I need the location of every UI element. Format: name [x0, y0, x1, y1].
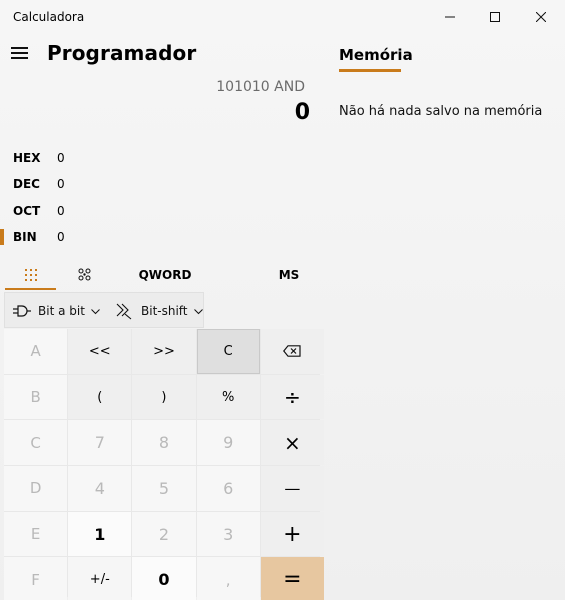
hamburger-menu-icon[interactable] — [11, 44, 33, 62]
logic-gate-icon — [12, 303, 32, 319]
memory-tab-underline — [339, 69, 401, 72]
title-bar: Calculadora — [0, 0, 565, 34]
bit-toggle-icon — [78, 268, 91, 281]
operator-dropdown-strip: Bit a bit Bit-shift — [4, 292, 204, 328]
key-0[interactable]: 0 — [132, 557, 196, 600]
active-tab-underline — [5, 288, 56, 290]
radix-label: DEC — [13, 177, 40, 191]
bitshift-dropdown[interactable]: Bit-shift — [115, 293, 203, 329]
memory-empty-message: Não há nada salvo na memória — [339, 104, 543, 119]
key-8[interactable]: 8 — [132, 420, 196, 466]
key-shift-right[interactable]: >> — [132, 329, 196, 374]
radix-label: HEX — [13, 151, 41, 165]
minimize-button[interactable] — [427, 0, 473, 34]
radix-value: 0 — [57, 151, 65, 165]
key-1[interactable]: 1 — [68, 511, 132, 557]
key-add[interactable]: + — [260, 511, 324, 557]
key-hex-f[interactable]: F — [4, 557, 68, 600]
bitwise-dropdown-label: Bit a bit — [38, 304, 85, 318]
result-display: 0 — [294, 100, 310, 125]
radix-value: 0 — [57, 204, 65, 218]
key-3[interactable]: 3 — [196, 511, 260, 557]
key-clear[interactable]: C — [196, 329, 260, 374]
maximize-icon — [490, 12, 500, 22]
radix-row-dec[interactable]: DEC 0 — [0, 172, 320, 198]
chevron-down-icon — [193, 304, 203, 318]
key-shift-left[interactable]: << — [68, 329, 132, 374]
close-button[interactable] — [518, 0, 564, 34]
key-divide[interactable]: ÷ — [260, 374, 324, 420]
word-size-toggle-button[interactable]: QWORD — [120, 260, 210, 290]
radix-label: OCT — [13, 204, 41, 218]
radix-row-hex[interactable]: HEX 0 — [0, 146, 320, 172]
key-hex-e[interactable]: E — [4, 511, 68, 557]
active-radix-indicator — [0, 229, 4, 245]
memory-store-button[interactable]: MS — [250, 260, 328, 290]
radix-label: BIN — [13, 230, 37, 244]
key-hex-a[interactable]: A — [4, 329, 68, 374]
keypad-grid-icon — [24, 269, 37, 281]
window-title: Calculadora — [13, 10, 85, 24]
key-6[interactable]: 6 — [196, 466, 260, 511]
radix-value: 0 — [57, 177, 65, 191]
key-close-paren[interactable]: ) — [132, 374, 196, 420]
mode-title: Programador — [47, 41, 197, 65]
key-4[interactable]: 4 — [68, 466, 132, 511]
key-backspace[interactable] — [260, 329, 324, 374]
calculator-window: Calculadora Programador 101010 AND 0 HEX… — [0, 0, 565, 600]
backspace-icon — [283, 345, 301, 358]
key-5[interactable]: 5 — [132, 466, 196, 511]
key-hex-b[interactable]: B — [4, 374, 68, 420]
bitwise-dropdown[interactable]: Bit a bit — [12, 293, 100, 329]
key-equals[interactable]: = — [260, 557, 324, 600]
radix-row-oct[interactable]: OCT 0 — [0, 199, 320, 225]
bit-shift-icon — [115, 303, 135, 320]
maximize-button[interactable] — [472, 0, 518, 34]
chevron-down-icon — [91, 304, 100, 318]
radix-value: 0 — [57, 230, 65, 244]
expression-display: 101010 AND — [216, 79, 305, 95]
bitshift-dropdown-label: Bit-shift — [141, 304, 188, 318]
memory-tab[interactable]: Memória — [339, 46, 413, 64]
key-decimal[interactable]: , — [196, 557, 260, 600]
key-hex-c[interactable]: C — [4, 420, 68, 466]
tab-full-keypad[interactable] — [5, 260, 56, 290]
key-2[interactable]: 2 — [132, 511, 196, 557]
key-modulo[interactable]: % — [196, 374, 260, 420]
keypad: A << >> C B ( ) % ÷ C 7 8 9 × D 4 5 6 — … — [4, 329, 324, 600]
radix-row-bin[interactable]: BIN 0 — [0, 225, 320, 251]
key-subtract[interactable]: — — [260, 466, 324, 511]
minimize-icon — [445, 16, 455, 18]
close-icon — [536, 12, 546, 22]
key-hex-d[interactable]: D — [4, 466, 68, 511]
key-7[interactable]: 7 — [68, 420, 132, 466]
key-open-paren[interactable]: ( — [68, 374, 132, 420]
key-multiply[interactable]: × — [260, 420, 324, 466]
key-negate[interactable]: +/- — [68, 557, 132, 600]
tab-bit-toggling-keypad[interactable] — [60, 260, 110, 290]
key-9[interactable]: 9 — [196, 420, 260, 466]
